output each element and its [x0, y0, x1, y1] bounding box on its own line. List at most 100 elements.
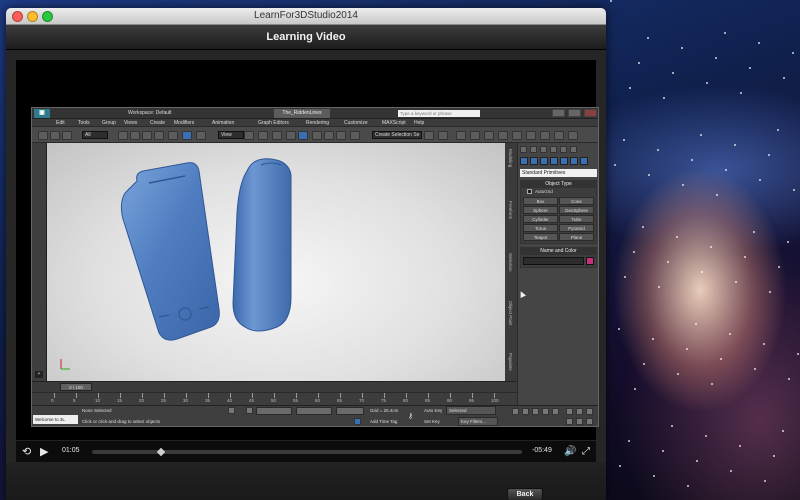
- auto-key-dropdown: Selected: [446, 406, 496, 415]
- star: [633, 251, 635, 253]
- back-button[interactable]: Back: [507, 488, 543, 500]
- object-type-rollout: Object Type AutoGrid Box Cone Sphere GeoSph…: [520, 180, 597, 244]
- timeline-tick: [76, 393, 77, 398]
- auto-key-button: Auto Key: [424, 408, 443, 413]
- menu-item-edit: Edit: [56, 120, 65, 126]
- star: [710, 246, 712, 248]
- star: [610, 0, 612, 2]
- y-coordinate-field: [296, 407, 332, 415]
- add-time-tag: Add Time Tag: [370, 419, 398, 424]
- toolbar-tool-icon: [498, 131, 508, 140]
- star: [681, 47, 683, 49]
- star: [657, 149, 659, 151]
- toolbar-tool-icon: [258, 131, 268, 140]
- volume-icon[interactable]: 🔊: [564, 446, 576, 458]
- timeline-tick-label: 30: [183, 398, 189, 403]
- selection-status: None Selected: [82, 408, 112, 413]
- star: [652, 338, 654, 340]
- menu-item-animation: Animation: [212, 120, 235, 126]
- star: [735, 281, 737, 283]
- star: [695, 323, 697, 325]
- reference-coordinate-dropdown: View: [218, 131, 244, 139]
- star: [700, 134, 702, 136]
- tab-selection: Selection: [508, 253, 513, 272]
- maximize-viewport-icon: [586, 418, 593, 425]
- timeline-tick-label: 85: [425, 398, 431, 403]
- star: [725, 169, 727, 171]
- star: [793, 189, 795, 191]
- star: [768, 154, 770, 156]
- set-key-button: Set Key: [424, 419, 440, 424]
- star: [648, 174, 650, 176]
- time-slider-thumb: 0 / 100: [60, 383, 92, 391]
- timeline-tick-label: 5: [73, 398, 76, 403]
- star: [623, 139, 625, 141]
- star: [682, 184, 684, 186]
- object-type-title: Object Type: [521, 181, 596, 188]
- star: [618, 328, 620, 330]
- toolbar-tool-icon: [470, 131, 480, 140]
- star: [734, 144, 736, 146]
- star: [672, 72, 674, 74]
- timeline-tick-label: 90: [447, 398, 453, 403]
- main-toolbar: All View Create Selection Se: [32, 127, 598, 143]
- zoom-icon: [586, 408, 593, 415]
- primitive-cylinder-button: Cylinder: [523, 215, 558, 223]
- max-logo-icon: ▣: [34, 109, 50, 118]
- star: [634, 388, 636, 390]
- absolute-mode-icon: [246, 407, 253, 414]
- star: [643, 363, 645, 365]
- timeline-tick-label: 80: [403, 398, 409, 403]
- toolbar-tool-icon: [350, 131, 360, 140]
- star: [724, 32, 726, 34]
- key-filters-button: Key Filters...: [458, 417, 498, 426]
- star: [701, 271, 703, 273]
- star: [716, 194, 718, 196]
- star: [744, 256, 746, 258]
- toolbar-tool-icon: [118, 131, 128, 140]
- toolbar-tool-icon: [62, 131, 72, 140]
- toolbar-tool-icon: [142, 131, 152, 140]
- primitive-teapot-button: Teapot: [523, 233, 558, 241]
- pan-view-icon: [566, 408, 573, 415]
- menu-item-modifiers: Modifiers: [174, 120, 195, 126]
- command-panel: Standard Primitives Object Type AutoGrid…: [517, 143, 598, 405]
- page-header: Learning Video: [6, 25, 606, 50]
- star: [759, 179, 761, 181]
- app-title-bar: ▣ Workspace: Default The_RiddenLines Typ…: [32, 108, 598, 119]
- toolbar-tool-icon: [130, 131, 140, 140]
- primitive-tube-button: Tube: [559, 215, 594, 223]
- toolbar-tool-icon: [540, 131, 550, 140]
- primitive-sphere-button: Sphere: [523, 206, 558, 214]
- star: [628, 440, 630, 442]
- object-name-field: [523, 257, 584, 265]
- menu-item-help: Help: [414, 120, 425, 126]
- toolbar-tool-icon: [272, 131, 282, 140]
- star: [777, 129, 779, 131]
- star: [787, 241, 789, 243]
- toolbar-tool-icon: [568, 131, 578, 140]
- star: [629, 87, 631, 89]
- star: [739, 445, 741, 447]
- star: [663, 97, 665, 99]
- star: [658, 286, 660, 288]
- lock-icon: [228, 407, 235, 414]
- menu-item-maxscript: MAXScript: [382, 120, 406, 126]
- replay-icon[interactable]: ⟲: [22, 446, 31, 458]
- footer-bar: Back: [6, 462, 606, 500]
- play-icon[interactable]: ▶: [40, 446, 48, 458]
- timeline-tick-label: 45: [249, 398, 255, 403]
- fullscreen-icon[interactable]: ⤢: [582, 446, 590, 458]
- toolbar-tool-icon: [324, 131, 334, 140]
- z-coordinate-field: [336, 407, 364, 415]
- menu-item-rendering: Rendering: [306, 120, 330, 126]
- video-stage[interactable]: ▣ Workspace: Default The_RiddenLines Typ…: [16, 60, 599, 440]
- star: [687, 485, 689, 487]
- menu-bar: Edit Tools Group Views Create Modifiers Animat…: [32, 119, 598, 127]
- name-color-title: Name and Color: [521, 248, 596, 255]
- timeline-tick-label: 10: [95, 398, 101, 403]
- menu-item-customize: Customize: [344, 120, 368, 126]
- primitive-plane-button: Plane: [559, 233, 594, 241]
- star: [691, 159, 693, 161]
- timeline-tick-label: 40: [227, 398, 233, 403]
